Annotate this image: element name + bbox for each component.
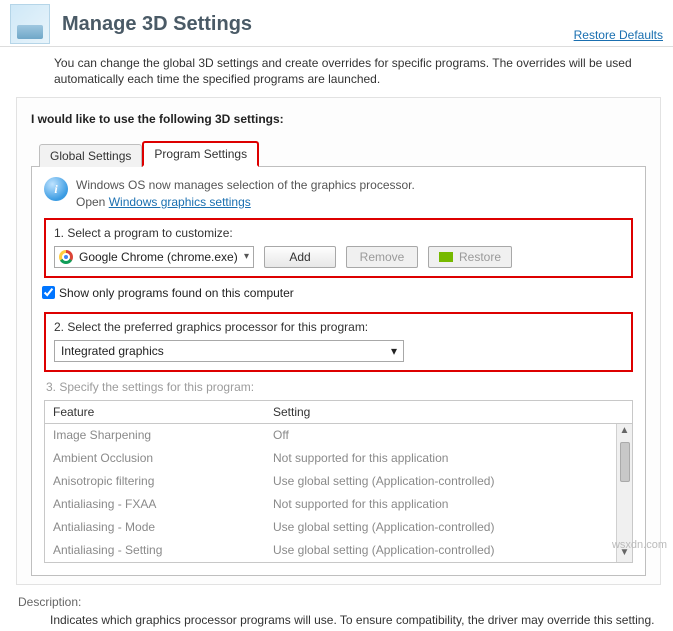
table-row[interactable]: Image SharpeningOff <box>45 424 616 447</box>
setting-cell: Not supported for this application <box>273 497 608 511</box>
settings-grid: Feature Setting Image SharpeningOffAmbie… <box>44 400 633 563</box>
description-text: Indicates which graphics processor progr… <box>18 609 659 627</box>
setting-cell: Off <box>273 428 608 442</box>
setting-cell: Not supported for this application <box>273 451 608 465</box>
step1-label: 1. Select a program to customize: <box>54 226 623 240</box>
feature-cell: Ambient Occlusion <box>53 451 273 465</box>
chevron-down-icon: ▾ <box>244 251 249 262</box>
windows-graphics-settings-link[interactable]: Windows graphics settings <box>109 195 251 209</box>
feature-cell: Anisotropic filtering <box>53 474 273 488</box>
info-text: Windows OS now manages selection of the … <box>76 177 415 209</box>
show-only-found-input[interactable] <box>42 286 55 299</box>
setting-cell: Use global setting (Application-controll… <box>273 474 608 488</box>
gpu-select-value: Integrated graphics <box>61 344 164 358</box>
panel-heading: I would like to use the following 3D set… <box>31 112 646 126</box>
page-title: Manage 3D Settings <box>62 13 252 36</box>
tab-program-settings[interactable]: Program Settings <box>142 141 259 167</box>
tab-global-settings[interactable]: Global Settings <box>39 144 142 167</box>
setting-cell: Use global setting (Application-controll… <box>273 543 608 557</box>
table-row[interactable]: Antialiasing - ModeUse global setting (A… <box>45 516 616 539</box>
feature-cell: Image Sharpening <box>53 428 273 442</box>
nvidia-panel-icon <box>10 4 50 44</box>
gpu-select[interactable]: Integrated graphics ▾ <box>54 340 404 362</box>
chevron-down-icon: ▾ <box>391 344 397 358</box>
step2-frame: 2. Select the preferred graphics process… <box>44 312 633 372</box>
feature-cell: Antialiasing - Setting <box>53 543 273 557</box>
restore-button[interactable]: Restore <box>428 246 512 268</box>
chrome-icon <box>59 250 73 264</box>
table-row[interactable]: Antialiasing - SettingUse global setting… <box>45 539 616 562</box>
add-button[interactable]: Add <box>264 246 336 268</box>
show-only-found-checkbox[interactable]: Show only programs found on this compute… <box>42 286 633 300</box>
step3-label: 3. Specify the settings for this program… <box>46 380 633 394</box>
scroll-thumb[interactable] <box>620 442 630 482</box>
info-icon: i <box>44 177 68 201</box>
program-select[interactable]: Google Chrome (chrome.exe) ▾ <box>54 246 254 268</box>
setting-cell: Use global setting (Application-controll… <box>273 520 608 534</box>
step1-frame: 1. Select a program to customize: Google… <box>44 218 633 278</box>
table-row[interactable]: Anisotropic filteringUse global setting … <box>45 470 616 493</box>
nvidia-icon <box>439 252 453 262</box>
program-select-value: Google Chrome (chrome.exe) <box>79 250 238 264</box>
feature-cell: Antialiasing - Mode <box>53 520 273 534</box>
scroll-up-icon[interactable]: ▲ <box>620 424 630 440</box>
col-feature: Feature <box>53 405 273 419</box>
table-row[interactable]: Antialiasing - FXAANot supported for thi… <box>45 493 616 516</box>
intro-text: You can change the global 3D settings an… <box>0 47 673 93</box>
feature-cell: Antialiasing - FXAA <box>53 497 273 511</box>
step2-label: 2. Select the preferred graphics process… <box>54 320 623 334</box>
col-setting: Setting <box>273 405 624 419</box>
watermark: wsxdn.com <box>612 539 667 551</box>
table-row[interactable]: Ambient OcclusionNot supported for this … <box>45 447 616 470</box>
remove-button[interactable]: Remove <box>346 246 418 268</box>
restore-defaults-link[interactable]: Restore Defaults <box>574 28 663 42</box>
